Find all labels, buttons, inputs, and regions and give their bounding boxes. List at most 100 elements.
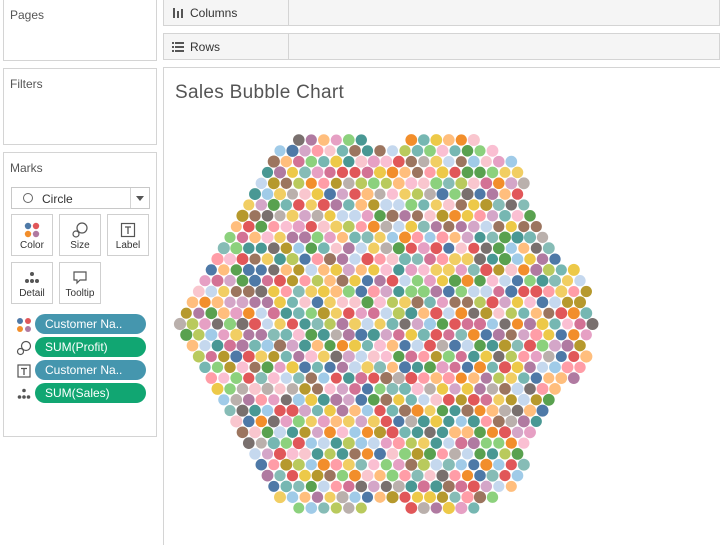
customer-bubble[interactable] bbox=[267, 328, 280, 341]
customer-bubble[interactable] bbox=[455, 264, 468, 276]
customer-bubble[interactable] bbox=[293, 242, 305, 254]
customer-bubble[interactable] bbox=[393, 394, 405, 406]
customer-bubble[interactable] bbox=[505, 437, 517, 449]
customer-bubble[interactable] bbox=[180, 328, 193, 341]
customer-bubble[interactable] bbox=[443, 329, 455, 341]
customer-bubble[interactable] bbox=[349, 144, 361, 157]
customer-bubble[interactable] bbox=[486, 231, 499, 244]
customer-bubble[interactable] bbox=[324, 210, 336, 222]
customer-bubble[interactable] bbox=[418, 350, 430, 363]
customer-bubble[interactable] bbox=[461, 296, 474, 308]
color-card[interactable]: Color bbox=[11, 214, 53, 256]
customer-bubble[interactable] bbox=[380, 459, 392, 471]
customer-bubble[interactable] bbox=[343, 372, 355, 384]
customer-bubble[interactable] bbox=[493, 264, 505, 276]
customer-bubble[interactable] bbox=[286, 426, 299, 438]
customer-bubble[interactable] bbox=[511, 275, 524, 287]
customer-bubble[interactable] bbox=[305, 459, 317, 471]
customer-bubble[interactable] bbox=[493, 372, 505, 384]
customer-bubble[interactable] bbox=[411, 426, 424, 439]
customer-bubble[interactable] bbox=[386, 274, 399, 287]
customer-bubble[interactable] bbox=[311, 274, 324, 287]
customer-bubble[interactable] bbox=[343, 177, 355, 190]
customer-bubble[interactable] bbox=[211, 318, 224, 330]
customer-bubble[interactable] bbox=[355, 134, 367, 146]
customer-bubble[interactable] bbox=[305, 502, 318, 514]
customer-bubble[interactable] bbox=[493, 221, 505, 233]
customer-bubble[interactable] bbox=[374, 145, 386, 157]
customer-bubble[interactable] bbox=[243, 372, 255, 384]
customer-bubble[interactable] bbox=[399, 296, 411, 309]
customer-bubble[interactable] bbox=[405, 437, 417, 449]
customer-bubble[interactable] bbox=[280, 220, 293, 233]
customer-bubble[interactable] bbox=[299, 166, 311, 179]
customer-bubble[interactable] bbox=[299, 253, 311, 265]
customer-bubble[interactable] bbox=[411, 318, 424, 330]
customer-bubble[interactable] bbox=[486, 318, 499, 330]
customer-bubble[interactable] bbox=[430, 458, 443, 471]
customer-bubble[interactable] bbox=[274, 274, 286, 287]
customer-bubble[interactable] bbox=[474, 253, 486, 266]
customer-bubble[interactable] bbox=[555, 351, 567, 362]
customer-bubble[interactable] bbox=[480, 285, 493, 298]
customer-bubble[interactable] bbox=[443, 307, 455, 319]
customer-bubble[interactable] bbox=[286, 231, 299, 244]
customer-bubble[interactable] bbox=[442, 480, 455, 493]
customer-bubble[interactable] bbox=[311, 426, 324, 438]
customer-bubble[interactable] bbox=[349, 448, 361, 460]
customer-bubble[interactable] bbox=[355, 372, 368, 385]
customer-bubble[interactable] bbox=[449, 469, 461, 482]
customer-bubble[interactable] bbox=[261, 209, 274, 222]
customer-bubble[interactable] bbox=[430, 177, 443, 190]
customer-bubble[interactable] bbox=[243, 242, 255, 254]
customer-bubble[interactable] bbox=[474, 405, 486, 417]
customer-bubble[interactable] bbox=[274, 383, 286, 395]
customer-bubble[interactable] bbox=[392, 480, 405, 493]
customer-bubble[interactable] bbox=[424, 447, 436, 460]
customer-bubble[interactable] bbox=[348, 339, 362, 352]
bubble-chart[interactable] bbox=[164, 68, 720, 545]
customer-bubble[interactable] bbox=[430, 134, 443, 146]
customer-bubble[interactable] bbox=[305, 155, 318, 168]
customer-bubble[interactable] bbox=[480, 415, 492, 427]
mark-type-dropdown[interactable]: Circle bbox=[11, 187, 150, 209]
customer-bubble[interactable] bbox=[405, 242, 417, 254]
rows-shelf[interactable]: Rows bbox=[163, 33, 720, 60]
customer-bubble[interactable] bbox=[518, 329, 530, 341]
customer-bubble[interactable] bbox=[368, 242, 380, 254]
customer-bubble[interactable] bbox=[268, 285, 280, 298]
customer-bubble[interactable] bbox=[255, 394, 268, 406]
customer-bubble[interactable] bbox=[336, 231, 349, 243]
customer-bubble[interactable] bbox=[380, 437, 392, 449]
customer-bubble[interactable] bbox=[511, 253, 524, 265]
customer-bubble[interactable] bbox=[393, 329, 405, 341]
customer-bubble[interactable] bbox=[393, 220, 405, 233]
customer-bubble[interactable] bbox=[449, 145, 461, 157]
customer-bubble[interactable] bbox=[549, 383, 561, 395]
customer-bubble[interactable] bbox=[405, 502, 418, 514]
customer-bubble[interactable] bbox=[468, 372, 480, 384]
customer-bubble[interactable] bbox=[355, 480, 368, 493]
customer-bubble[interactable] bbox=[349, 166, 361, 178]
customer-bubble[interactable] bbox=[292, 458, 305, 471]
customer-bubble[interactable] bbox=[399, 253, 411, 266]
customer-bubble[interactable] bbox=[523, 404, 537, 417]
customer-bubble[interactable] bbox=[568, 329, 580, 341]
customer-bubble[interactable] bbox=[493, 394, 505, 406]
customer-bubble[interactable] bbox=[274, 469, 286, 482]
customer-bubble[interactable] bbox=[318, 155, 330, 168]
customer-bubble[interactable] bbox=[299, 339, 311, 352]
customer-bubble[interactable] bbox=[349, 231, 361, 244]
customer-bubble[interactable] bbox=[493, 155, 505, 168]
customer-bubble[interactable] bbox=[499, 404, 511, 417]
customer-bubble[interactable] bbox=[361, 253, 374, 266]
customer-bubble[interactable] bbox=[330, 220, 343, 233]
customer-bubble[interactable] bbox=[199, 339, 211, 352]
customer-bubble[interactable] bbox=[436, 253, 449, 265]
customer-bubble[interactable] bbox=[299, 318, 311, 330]
customer-bubble[interactable] bbox=[386, 339, 399, 352]
customer-bubble[interactable] bbox=[499, 296, 511, 309]
customer-bubble[interactable] bbox=[261, 231, 274, 244]
customer-bubble[interactable] bbox=[499, 318, 511, 330]
customer-bubble[interactable] bbox=[317, 328, 330, 341]
